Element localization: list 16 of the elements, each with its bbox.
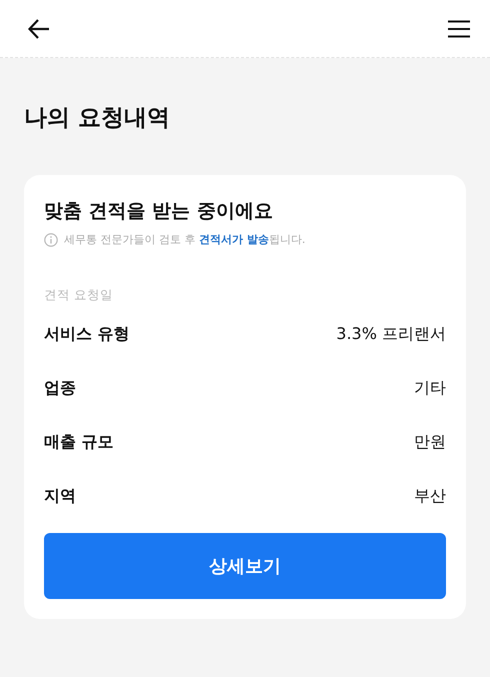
- back-arrow-icon[interactable]: [28, 18, 50, 38]
- row-value: 3.3% 프리랜서: [336, 324, 446, 344]
- info-icon: [44, 232, 58, 246]
- row-value: 부산: [414, 486, 446, 506]
- row-label: 업종: [44, 378, 76, 398]
- row-label: 매출 규모: [44, 432, 114, 452]
- date-label: 견적 요청일: [44, 287, 114, 304]
- info-note: 세무통 전문가들이 검토 후 견적서가 발송됩니다.: [64, 232, 306, 247]
- row-value: 만원: [414, 432, 446, 452]
- row-value: 기타: [414, 378, 446, 398]
- page-title: 나의 요청내역: [24, 104, 172, 133]
- menu-icon[interactable]: [448, 20, 470, 38]
- card-heading: 맞춤 견적을 받는 중이에요: [44, 199, 274, 224]
- row-label: 서비스 유형: [44, 324, 130, 344]
- details-button[interactable]: 상세보기: [44, 533, 446, 599]
- row-label: 지역: [44, 486, 76, 506]
